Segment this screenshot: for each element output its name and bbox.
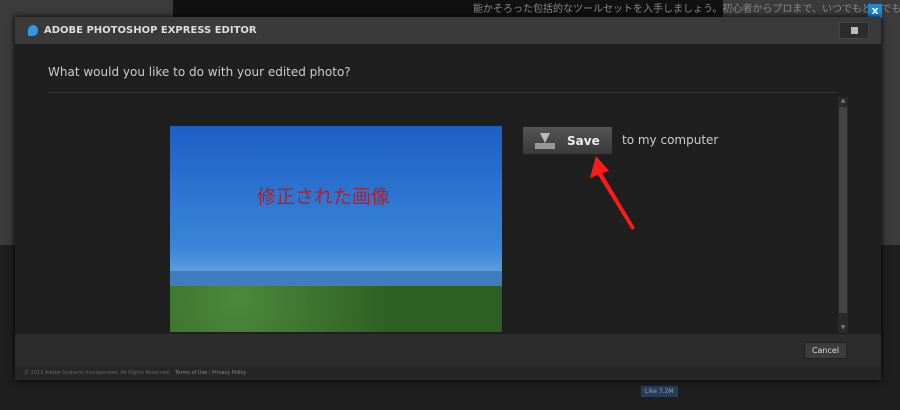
dialog-footer: Cancel bbox=[15, 334, 881, 366]
like-button[interactable]: Like 7.2M bbox=[641, 386, 678, 397]
save-destination-text: to my computer bbox=[622, 133, 719, 147]
dialog-titlebar: ADOBE PHOTOSHOP EXPRESS EDITOR bbox=[15, 17, 881, 44]
photo-caption: 修正された画像 bbox=[257, 186, 391, 208]
scroll-up-icon[interactable]: ▲ bbox=[838, 97, 848, 106]
dialog-content: What would you like to do with your edit… bbox=[15, 44, 881, 334]
privacy-link[interactable]: Privacy Policy bbox=[212, 370, 246, 376]
maximize-button[interactable] bbox=[839, 22, 869, 39]
scroll-down-icon[interactable]: ▼ bbox=[838, 324, 848, 333]
divider bbox=[48, 92, 838, 93]
download-icon bbox=[535, 132, 555, 149]
cancel-button[interactable]: Cancel bbox=[804, 342, 847, 359]
red-arrow-annotation bbox=[590, 156, 635, 230]
legal-footer: © 2013 Adobe Systems Incorporated. All R… bbox=[24, 370, 247, 376]
save-button[interactable]: Save bbox=[522, 126, 613, 155]
background-text: 能かそろった包括的なツールセットを入手しましょう。初心者からプロまで、いつでもど… bbox=[473, 4, 900, 15]
scrollbar[interactable]: ▲ ▼ bbox=[838, 97, 848, 333]
photo-trees bbox=[170, 286, 502, 332]
dialog-title: ADOBE PHOTOSHOP EXPRESS EDITOR bbox=[44, 25, 257, 36]
editor-dialog: ADOBE PHOTOSHOP EXPRESS EDITOR What woul… bbox=[15, 17, 881, 380]
scroll-thumb[interactable] bbox=[839, 107, 847, 313]
background-banner: 能かそろった包括的なツールセットを入手しましょう。初心者からプロまで、いつでもど… bbox=[173, 0, 900, 17]
close-icon[interactable]: x bbox=[868, 4, 882, 18]
question-text: What would you like to do with your edit… bbox=[48, 65, 351, 79]
terms-link[interactable]: Terms of Use bbox=[175, 370, 207, 376]
photoshop-logo-icon bbox=[28, 25, 38, 36]
edited-photo: 修正された画像 bbox=[170, 126, 502, 332]
copyright-text: © 2013 Adobe Systems Incorporated. All R… bbox=[24, 370, 171, 376]
save-label: Save bbox=[567, 133, 600, 148]
